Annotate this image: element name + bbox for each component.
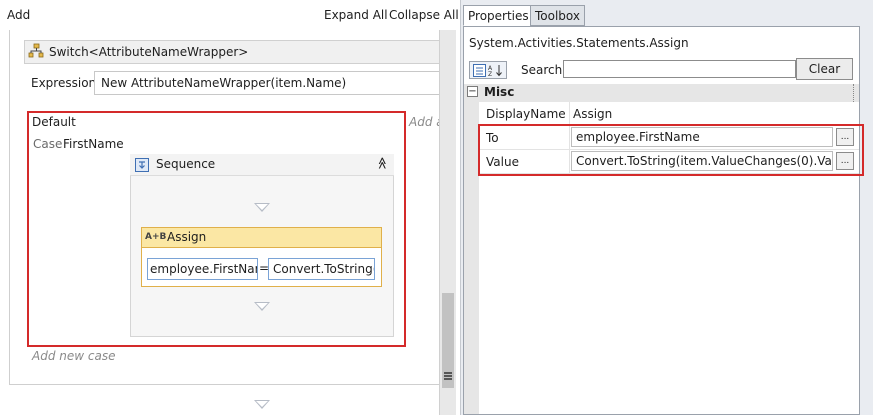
scroll-grip-icon: [444, 372, 452, 380]
search-label: Search:: [521, 63, 567, 77]
property-value[interactable]: Assign: [573, 107, 612, 121]
collapse-all-link[interactable]: Collapse All: [389, 8, 459, 22]
property-grid-gutter: [464, 102, 479, 414]
category-label: Misc: [484, 85, 515, 99]
highlight-assign-properties: [478, 124, 864, 176]
add-new-case-link[interactable]: Add new case: [32, 349, 115, 363]
category-row-misc[interactable]: [464, 84, 859, 102]
highlight-default-case: [27, 111, 406, 347]
property-search-input[interactable]: [563, 60, 796, 78]
tab-toolbox[interactable]: Toolbox: [530, 5, 585, 26]
switch-title: Switch<AttributeNameWrapper>: [49, 45, 249, 59]
sort-toggle-icon[interactable]: A Z: [469, 61, 507, 79]
property-scrollbar-edge: [853, 84, 859, 102]
tab-properties[interactable]: Properties: [463, 5, 534, 26]
expression-label: Expression: [31, 76, 97, 90]
expression-field[interactable]: New AttributeNameWrapper(item.Name): [94, 71, 444, 95]
expand-all-link[interactable]: Expand All: [324, 8, 388, 22]
workflow-designer: Add Expand All Collapse All Switch<Attri…: [0, 0, 460, 415]
svg-text:Z: Z: [488, 71, 492, 77]
add-link[interactable]: Add: [7, 8, 30, 22]
clear-button[interactable]: Clear: [796, 58, 853, 80]
collapse-category-icon[interactable]: −: [467, 86, 478, 97]
categorize-sort-icon: A Z: [473, 64, 502, 78]
drop-target-below-switch-icon[interactable]: [254, 400, 270, 409]
switch-icon: [28, 43, 44, 58]
property-name: DisplayName: [486, 107, 566, 121]
selected-type-name: System.Activities.Statements.Assign: [469, 36, 689, 50]
